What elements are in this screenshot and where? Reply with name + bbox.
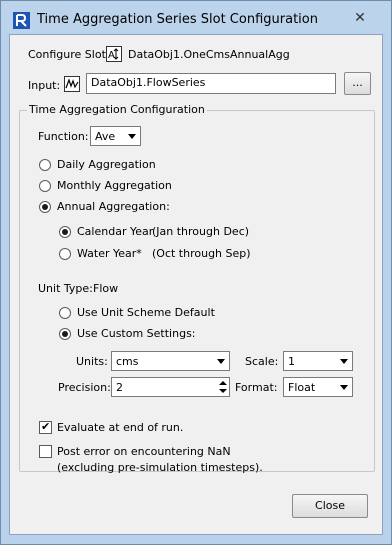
monthly-aggregation-label[interactable]: Monthly Aggregation [57, 179, 172, 192]
daily-aggregation-radio[interactable] [39, 159, 51, 171]
calendar-year-note: (Jan through Dec) [152, 225, 250, 238]
daily-aggregation-label[interactable]: Daily Aggregation [57, 158, 156, 171]
browse-input-button[interactable]: ... [344, 72, 371, 95]
precision-label: Precision: [58, 381, 111, 394]
dialog-body: Configure Slot: A DataObj1.OneCmsAnnualA… [9, 34, 383, 535]
series-slot-icon [64, 76, 80, 92]
units-select[interactable]: cms [111, 351, 230, 371]
window-close-icon[interactable]: ✕ [337, 8, 383, 28]
riverware-logo-icon [13, 12, 30, 29]
format-value: Float [288, 381, 316, 394]
unit-type-label: Unit Type: [38, 282, 93, 295]
scale-select[interactable]: 1 [283, 351, 353, 371]
function-label: Function: [38, 130, 89, 143]
close-button[interactable]: Close [292, 494, 368, 518]
configure-slot-value: DataObj1.OneCmsAnnualAgg [128, 48, 290, 61]
custom-settings-label[interactable]: Use Custom Settings: [77, 327, 196, 340]
format-label: Format: [235, 381, 278, 394]
units-value: cms [116, 355, 139, 368]
post-error-nan-checkbox[interactable] [39, 445, 52, 458]
dialog-window: Time Aggregation Series Slot Configurati… [0, 0, 392, 545]
water-year-radio[interactable] [59, 248, 71, 260]
chevron-down-icon [340, 385, 348, 390]
units-label: Units: [76, 355, 108, 368]
unit-scheme-default-radio[interactable] [59, 307, 71, 319]
chevron-down-icon [128, 134, 136, 139]
title-bar[interactable]: Time Aggregation Series Slot Configurati… [1, 1, 391, 33]
input-field[interactable]: DataObj1.FlowSeries [86, 73, 336, 94]
spin-up-icon[interactable] [219, 381, 227, 385]
post-error-nan-label[interactable]: Post error on encountering NaN [57, 445, 231, 458]
window-title: Time Aggregation Series Slot Configurati… [37, 12, 318, 27]
spin-down-icon[interactable] [219, 389, 227, 393]
svg-text:A: A [108, 50, 115, 61]
slot-icon: A [106, 46, 122, 62]
aggregation-config-title: Time Aggregation Configuration [27, 103, 207, 116]
calendar-year-radio[interactable] [59, 226, 71, 238]
function-value: Ave [95, 130, 116, 143]
format-select[interactable]: Float [283, 377, 353, 397]
water-year-label[interactable]: Water Year* [77, 247, 142, 260]
scale-value: 1 [288, 355, 295, 368]
monthly-aggregation-radio[interactable] [39, 180, 51, 192]
custom-settings-radio[interactable] [59, 328, 71, 340]
chevron-down-icon [217, 359, 225, 364]
unit-type-value: Flow [93, 282, 119, 295]
annual-aggregation-label[interactable]: Annual Aggregation: [57, 200, 170, 213]
water-year-note: (Oct through Sep) [152, 247, 251, 260]
evaluate-end-checkbox[interactable] [39, 420, 52, 434]
input-label: Input: [28, 79, 61, 92]
precision-spinbox[interactable]: 2 [111, 377, 230, 397]
post-error-nan-sublabel: (excluding pre-simulation timesteps). [57, 461, 263, 474]
annual-aggregation-radio[interactable] [39, 201, 51, 213]
evaluate-end-label[interactable]: Evaluate at end of run. [57, 421, 183, 434]
precision-value: 2 [116, 381, 123, 394]
unit-scheme-default-label[interactable]: Use Unit Scheme Default [77, 306, 215, 319]
function-select[interactable]: Ave [90, 126, 141, 146]
chevron-down-icon [340, 359, 348, 364]
configure-slot-label: Configure Slot: [28, 48, 110, 61]
calendar-year-label[interactable]: Calendar Year [77, 225, 153, 238]
scale-label: Scale: [245, 355, 279, 368]
